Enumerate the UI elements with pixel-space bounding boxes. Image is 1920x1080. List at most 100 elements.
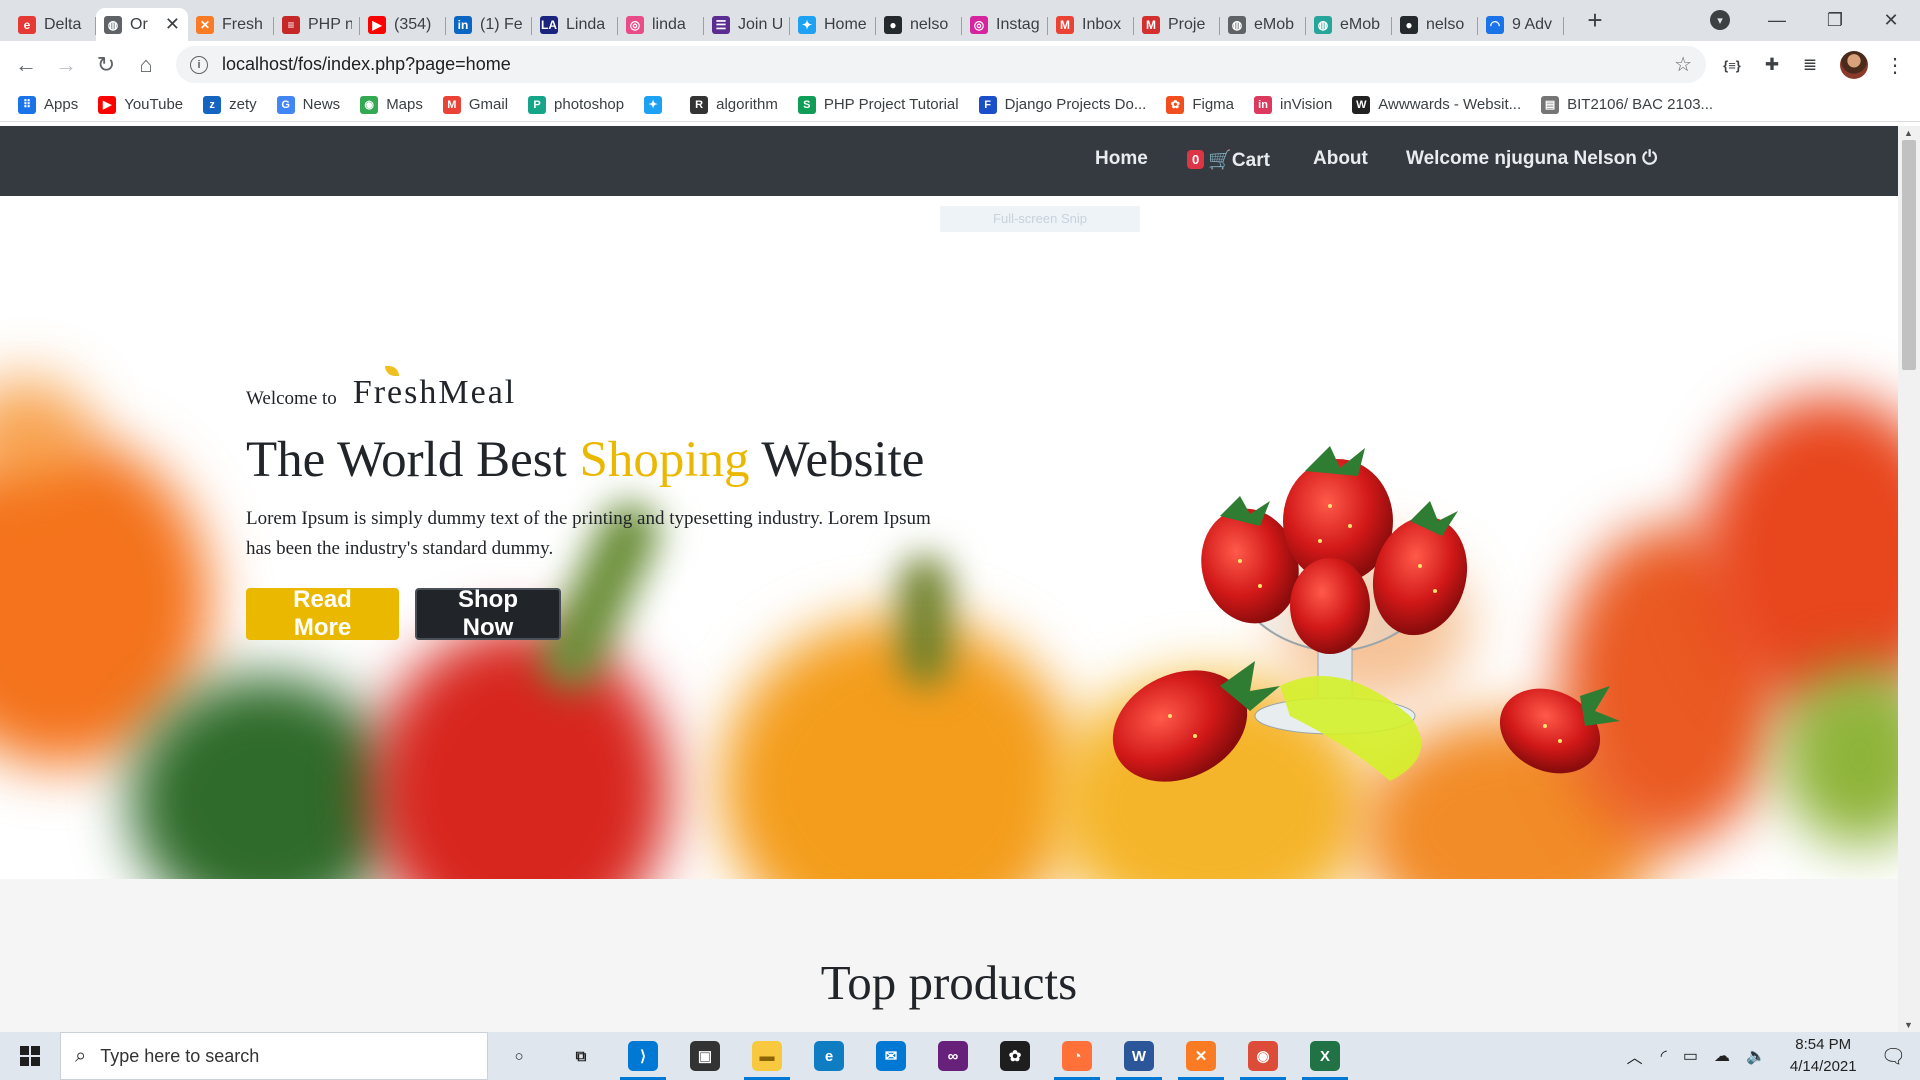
bookmark-item[interactable]: ✦: [644, 95, 670, 114]
bookmark-item[interactable]: G News: [276, 95, 340, 114]
read-more-button[interactable]: Read More: [246, 586, 399, 641]
browser-tab[interactable]: ◍ Or ✕: [96, 8, 188, 41]
e-icon: e: [18, 15, 36, 34]
bookmark-item[interactable]: Pphotoshop: [528, 95, 624, 114]
taskbar-app[interactable]: ⟩: [612, 1032, 674, 1080]
bookmark-item[interactable]: W Awwwards - Websit...: [1352, 95, 1521, 114]
welcome-user-label: Welcome njuguna Nelson: [1406, 148, 1637, 169]
tab-title: Fresh: [222, 15, 263, 33]
close-window-button[interactable]: ✕: [1862, 0, 1920, 41]
bookmark-item[interactable]: in inVision: [1254, 95, 1332, 114]
taskbar-app[interactable]: ∞: [922, 1032, 984, 1080]
bookmark-item[interactable]: ✿ Figma: [1166, 95, 1234, 114]
browser-tab[interactable]: ● nelso: [876, 8, 962, 41]
nav-home-link[interactable]: Home: [1095, 148, 1148, 170]
page-scrollbar[interactable]: ▲ ▼: [1898, 126, 1920, 1032]
browser-tab[interactable]: ◍ eMob: [1306, 8, 1392, 41]
extension-icon[interactable]: {≡}: [1719, 52, 1745, 78]
scroll-down-arrow-icon[interactable]: ▼: [1904, 1020, 1913, 1030]
browser-tab[interactable]: ☰ Join U: [704, 8, 790, 41]
close-tab-icon[interactable]: ✕: [165, 14, 180, 35]
nav-user-welcome[interactable]: Welcome njuguna Nelson ⏻: [1406, 148, 1657, 170]
hero-lead-text: Lorem Ipsum is simply dummy text of the …: [246, 508, 931, 560]
browser-tab[interactable]: e Delta: [10, 8, 96, 41]
taskbar-app[interactable]: W: [1108, 1032, 1170, 1080]
tab-title: (1) Fe: [480, 15, 523, 33]
browser-tab[interactable]: ● nelso: [1392, 8, 1478, 41]
site-info-icon[interactable]: i: [190, 55, 208, 74]
bookmark-item[interactable]: ◉ Maps: [360, 95, 423, 114]
minimize-button[interactable]: —: [1748, 0, 1806, 41]
bookmark-item[interactable]: M Gmail: [442, 95, 508, 114]
browser-tab[interactable]: in (1) Fe: [446, 8, 532, 41]
browser-tab[interactable]: M Proje: [1134, 8, 1220, 41]
browser-tab[interactable]: ✕ Fresh: [188, 8, 274, 41]
reading-list-icon[interactable]: ≣: [1797, 52, 1823, 78]
taskbar-app[interactable]: ▬: [736, 1032, 798, 1080]
bookmark-item[interactable]: Ralgorithm: [690, 95, 778, 114]
scroll-up-arrow-icon[interactable]: ▲: [1904, 128, 1913, 138]
browser-tab[interactable]: ✦ Home: [790, 8, 876, 41]
home-button[interactable]: ⌂: [126, 45, 166, 85]
taskbar-app[interactable]: ○: [488, 1032, 550, 1080]
taskbar-app[interactable]: ✉: [860, 1032, 922, 1080]
back-button[interactable]: ←: [6, 45, 46, 85]
puzzle-extensions-icon[interactable]: ✚: [1759, 52, 1785, 78]
bookmark-item[interactable]: ▶ YouTube: [98, 95, 183, 114]
battery-icon[interactable]: ▭: [1683, 1046, 1698, 1066]
bookmark-item[interactable]: ▤ BIT2106/ BAC 2103...: [1541, 95, 1713, 114]
notifications-icon[interactable]: 🗨: [1881, 1044, 1906, 1069]
nav-about-link[interactable]: About: [1313, 148, 1368, 170]
taskbar-app[interactable]: ⧉: [550, 1032, 612, 1080]
scrollbar-thumb[interactable]: [1902, 140, 1916, 370]
browser-tab[interactable]: ◎ Instag: [962, 8, 1048, 41]
browser-tab[interactable]: M Inbox: [1048, 8, 1134, 41]
forward-button[interactable]: →: [46, 45, 86, 85]
taskbar-app[interactable]: ▣: [674, 1032, 736, 1080]
browser-tab[interactable]: ≡ PHP n: [274, 8, 360, 41]
menu-kebab-icon[interactable]: ⋮: [1882, 52, 1908, 78]
taskbar-app[interactable]: ✕: [1170, 1032, 1232, 1080]
bookmark-item[interactable]: S PHP Project Tutorial: [797, 95, 959, 114]
taskbar-app[interactable]: ◉: [1232, 1032, 1294, 1080]
zety-icon: z: [203, 95, 222, 114]
bookmark-item[interactable]: F Django Projects Do...: [978, 95, 1146, 114]
welcome-prefix: Welcome to: [246, 388, 337, 409]
tab-title: Inbox: [1082, 15, 1122, 33]
bookmark-star-icon[interactable]: ☆: [1674, 52, 1692, 77]
tab-title: Join U: [738, 15, 782, 33]
edge-icon: e: [814, 1041, 844, 1071]
bookmark-item[interactable]: z zety: [203, 95, 257, 114]
network-icon[interactable]: ◜: [1661, 1046, 1667, 1066]
new-tab-button[interactable]: +: [1580, 5, 1610, 36]
nav-cart-link[interactable]: 0 🛒Cart: [1187, 148, 1270, 172]
shop-now-button[interactable]: Shop Now: [415, 586, 561, 641]
browser-tab[interactable]: ▶ (354): [360, 8, 446, 41]
taskbar-app[interactable]: e: [798, 1032, 860, 1080]
bookmark-label: Apps: [44, 96, 79, 113]
onedrive-cloud-icon[interactable]: ☁: [1714, 1046, 1730, 1066]
hero-text-block: Welcome to FreshMeal The World Best Shop…: [246, 366, 946, 641]
browser-tab[interactable]: ◠ 9 Adv: [1478, 8, 1564, 41]
browser-tab[interactable]: ◎ linda: [618, 8, 704, 41]
address-bar[interactable]: i localhost/fos/index.php?page=home ☆: [176, 46, 1706, 83]
taskbar-clock[interactable]: 8:54 PM 4/14/2021: [1790, 1034, 1857, 1078]
power-logout-icon[interactable]: ⏻: [1642, 148, 1657, 169]
taskbar-search-box[interactable]: ⌕ Type here to search: [60, 1032, 488, 1080]
taskbar-app[interactable]: X: [1294, 1032, 1356, 1080]
vscode-icon: ⟩: [628, 1041, 658, 1071]
taskbar-app[interactable]: ✿: [984, 1032, 1046, 1080]
profile-avatar[interactable]: [1840, 51, 1868, 79]
start-button[interactable]: [0, 1032, 60, 1080]
tab-search-icon[interactable]: ▾: [1710, 10, 1730, 30]
browser-tab[interactable]: ◍ eMob: [1220, 8, 1306, 41]
reload-button[interactable]: ↻: [86, 45, 126, 85]
restore-button[interactable]: ❐: [1806, 0, 1864, 41]
bookmark-item[interactable]: ⠿ Apps: [18, 95, 79, 114]
cart-count-badge: 0: [1187, 150, 1205, 169]
volume-icon[interactable]: 🔈: [1746, 1046, 1766, 1066]
tray-chevron-up-icon[interactable]: ︿: [1627, 1044, 1643, 1068]
browser-tab[interactable]: LA Linda: [532, 8, 618, 41]
taskbar-app[interactable]: ◔: [1046, 1032, 1108, 1080]
xampp-icon: ✕: [196, 15, 214, 34]
